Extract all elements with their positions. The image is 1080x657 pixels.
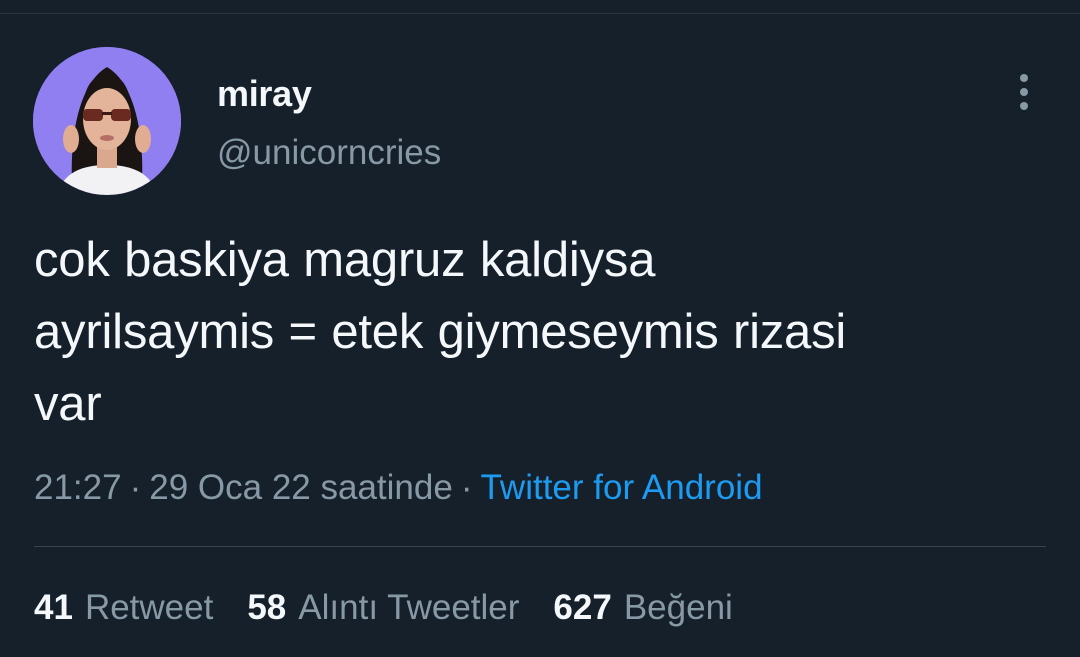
tweet-date[interactable]: 29 Oca 22 saatinde [149, 468, 453, 507]
meta-separator: · [129, 468, 142, 507]
retweets-label: Retweet [84, 588, 214, 627]
display-name[interactable]: miray [217, 72, 312, 116]
more-vertical-icon [1020, 74, 1028, 82]
avatar[interactable] [33, 47, 181, 195]
stats-divider [34, 546, 1046, 547]
tweet-text-line: var [34, 377, 102, 431]
likes-count: 627 [553, 588, 612, 627]
top-divider [0, 13, 1080, 14]
more-vertical-icon-dot [1020, 102, 1028, 110]
user-handle[interactable]: @unicorncries [217, 131, 441, 175]
tweet-source-link[interactable]: Twitter for Android [480, 468, 762, 507]
likes-stat[interactable]: 627 Beğeni [553, 586, 732, 630]
retweets-count: 41 [34, 588, 73, 627]
tweet-text-line: ayrilsaymis = etek giymeseymis rizasi [34, 305, 847, 359]
quote-tweets-label: Alıntı Tweetler [298, 588, 520, 627]
more-options-button[interactable] [1004, 70, 1044, 114]
tweet-time[interactable]: 21:27 [34, 468, 122, 507]
tweet-text: cok baskiya magruz kaldiysa ayrilsaymis … [34, 224, 1044, 440]
tweet-detail-page: miray @unicorncries cok baskiya magruz k… [0, 0, 1080, 657]
quote-tweets-stat[interactable]: 58 Alıntı Tweetler [247, 586, 519, 630]
tweet-metadata: 21:27 · 29 Oca 22 saatinde · Twitter for And… [34, 466, 763, 510]
retweets-stat[interactable]: 41 Retweet [34, 586, 213, 630]
tweet-text-line: cok baskiya magruz kaldiysa [34, 233, 656, 287]
more-vertical-icon-dot [1020, 88, 1028, 96]
avatar-image [33, 47, 181, 195]
likes-label: Beğeni [623, 588, 733, 627]
meta-separator: · [460, 468, 473, 507]
tweet-stats: 41 Retweet 58 Alıntı Tweetler 627 Beğeni [34, 586, 733, 630]
quote-tweets-count: 58 [247, 588, 287, 627]
